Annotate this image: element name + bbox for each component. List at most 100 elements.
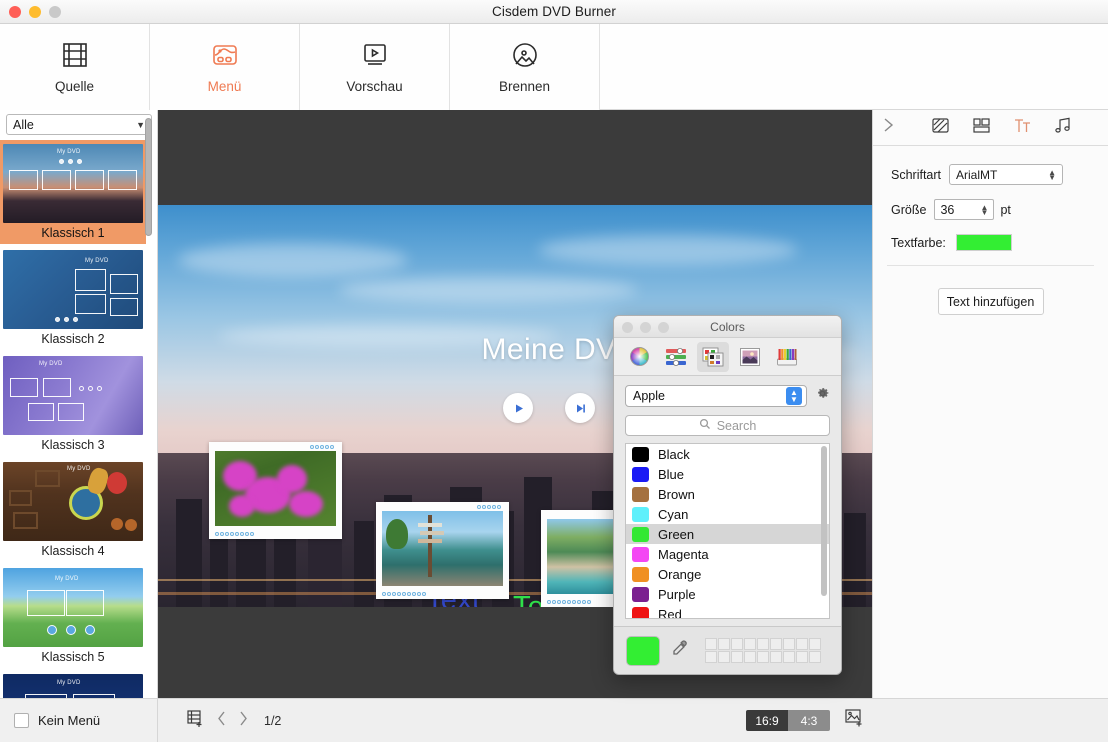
music-note-icon[interactable] [1054,116,1073,140]
colors-traffic-lights [622,322,669,333]
template-item-klassisch-6[interactable]: My DVD [0,670,146,698]
add-film-icon[interactable] [186,709,205,733]
swatch-cell[interactable] [757,638,769,650]
swatch-cell[interactable] [757,651,769,663]
template-name: Klassisch 3 [41,438,105,452]
template-sidebar: Alle ▼ My DVD Klassisch 1 My DVD Klassis… [0,110,158,698]
template-caption: My DVD [57,149,81,155]
scrollbar-thumb[interactable] [145,118,152,236]
text-color-swatch[interactable] [955,234,1012,251]
eyedropper-icon[interactable] [670,639,689,663]
swatch-cell[interactable] [809,651,821,663]
color-list-item[interactable]: Orange [626,564,829,584]
panel-tab-bar [873,110,1108,146]
close-button[interactable] [9,6,21,18]
font-size-input[interactable]: 36 ▲ ▼ [934,199,995,220]
color-list-item[interactable]: Cyan [626,504,829,524]
template-thumbnail: My DVD [3,356,143,435]
swatch-cell[interactable] [770,638,782,650]
stepper-arrows-icon[interactable]: ▲ ▼ [1048,168,1056,181]
current-color-swatch[interactable] [626,635,660,666]
image-palette-icon[interactable] [734,342,766,372]
template-name: Klassisch 5 [41,650,105,664]
chevron-right-icon[interactable] [238,710,249,732]
add-image-icon[interactable] [844,708,865,733]
background-pattern-icon[interactable] [931,116,950,140]
aspect-ratio-toggle[interactable]: 16:9 4:3 [746,710,830,731]
font-family-select[interactable]: ArialMT ▲ ▼ [949,164,1064,185]
color-list-item[interactable]: Red [626,604,829,618]
swatch-cell[interactable] [705,651,717,663]
template-item-klassisch-2[interactable]: My DVD Klassisch 2 [0,246,146,350]
color-name: Magenta [658,546,709,562]
template-item-klassisch-4[interactable]: My DVD Klassisch 4 [0,458,146,562]
swatch-cell[interactable] [718,638,730,650]
template-list-scrollbar[interactable] [145,112,155,666]
ratio-16-9-button[interactable]: 16:9 [746,710,788,731]
colors-zoom-button[interactable] [658,322,669,333]
chevron-left-icon[interactable] [216,710,227,732]
toolbar-item-quelle[interactable]: Quelle [0,24,150,110]
swatch-cell[interactable] [783,638,795,650]
color-swatch [632,546,649,562]
frame-decoration [382,592,426,596]
color-list-item[interactable]: Blue [626,464,829,484]
swatch-cell[interactable] [796,638,808,650]
palette-select-value: Apple [633,389,665,403]
swatch-cell[interactable] [796,651,808,663]
thumbnail-frame-2[interactable] [376,502,509,599]
thumbnail-frame-1[interactable] [209,442,342,539]
swatch-cell[interactable] [770,651,782,663]
ratio-4-3-button[interactable]: 4:3 [788,710,830,731]
toolbar-item-vorschau[interactable]: Vorschau [300,24,450,110]
color-wheel-icon[interactable] [623,342,655,372]
toolbar-item-brennen[interactable]: Brennen [450,24,600,110]
color-sliders-icon[interactable] [660,342,692,372]
next-chapter-icon[interactable] [565,393,595,423]
swatch-cell[interactable] [744,638,756,650]
play-icon[interactable] [503,393,533,423]
colors-close-button[interactable] [622,322,633,333]
add-text-button[interactable]: Text hinzufügen [937,288,1044,315]
colors-dialog[interactable]: Colors Apple ▲ ▼ Search Black Blue Brown… [613,315,842,675]
frame-layout-icon[interactable] [972,116,991,140]
template-filter-select[interactable]: Alle ▼ [6,114,152,135]
color-palettes-icon[interactable] [697,341,729,372]
swatch-cell[interactable] [731,638,743,650]
color-swatch [632,466,649,482]
color-list[interactable]: Black Blue Brown Cyan Green Magenta Oran… [625,443,830,619]
color-list-item[interactable]: Magenta [626,544,829,564]
color-list-scrollbar[interactable] [821,446,827,596]
template-list[interactable]: My DVD Klassisch 1 My DVD Klassisch 2 My… [0,140,158,698]
color-list-item[interactable]: Black [626,444,829,464]
swatch-cell[interactable] [744,651,756,663]
template-item-klassisch-1[interactable]: My DVD Klassisch 1 [0,140,146,244]
swatch-cell[interactable] [809,638,821,650]
swatch-grid[interactable] [705,638,821,663]
color-list-item-selected[interactable]: Green [626,524,829,544]
stepper-arrows-icon[interactable]: ▲ ▼ [786,387,802,405]
collapse-chevron-icon[interactable] [881,116,895,139]
palette-select[interactable]: Apple ▲ ▼ [625,385,807,407]
colors-minimize-button[interactable] [640,322,651,333]
text-color-row: Textfarbe: [873,234,1108,251]
no-menu-checkbox[interactable] [14,713,29,728]
gear-icon[interactable] [815,386,830,406]
text-tool-icon[interactable] [1013,116,1032,140]
swatch-cell[interactable] [718,651,730,663]
minimize-button[interactable] [29,6,41,18]
swatch-cell[interactable] [731,651,743,663]
color-search-field[interactable]: Search [625,415,830,436]
template-item-klassisch-3[interactable]: My DVD Klassisch 3 [0,352,146,456]
crayons-icon[interactable] [771,342,803,372]
no-menu-option[interactable]: Kein Menü [0,698,158,742]
swatch-cell[interactable] [783,651,795,663]
swatch-cell[interactable] [705,638,717,650]
zoom-button[interactable] [49,6,61,18]
toolbar-item-menu[interactable]: Menü [150,24,300,110]
size-unit-label: pt [1000,202,1011,217]
template-item-klassisch-5[interactable]: My DVD Klassisch 5 [0,564,146,668]
color-list-item[interactable]: Brown [626,484,829,504]
color-list-item[interactable]: Purple [626,584,829,604]
stepper-arrows-icon[interactable]: ▲ ▼ [981,203,989,216]
